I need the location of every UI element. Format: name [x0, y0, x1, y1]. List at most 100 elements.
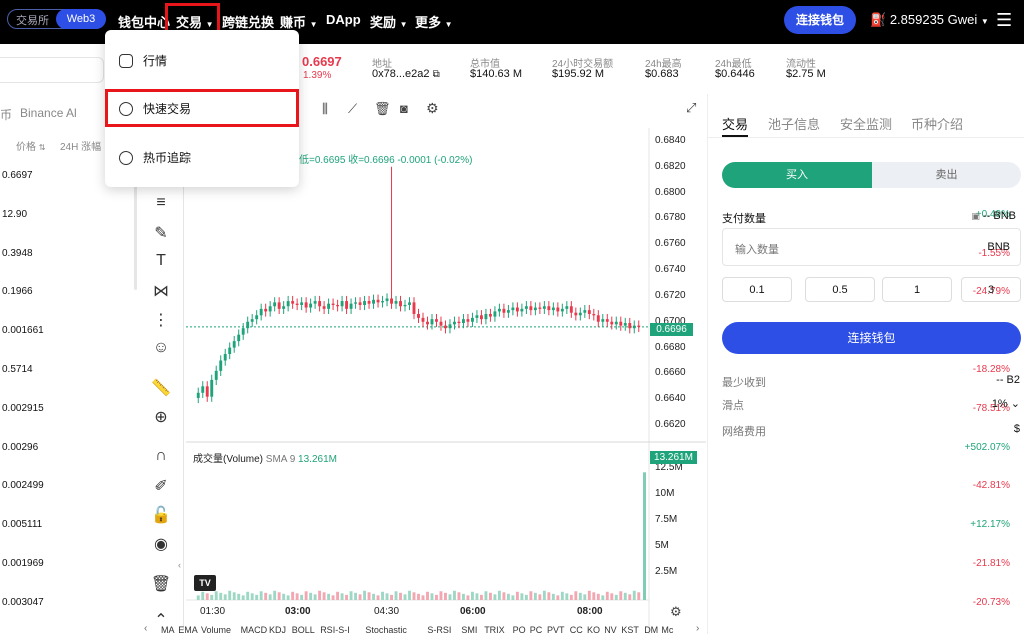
sell-button[interactable]: 卖出: [872, 162, 1021, 188]
nav-cross-chain[interactable]: 跨链兑换: [222, 12, 274, 31]
exchange-web3-switch[interactable]: 交易所 Web3: [7, 9, 106, 29]
candle: [295, 303, 299, 305]
list-tab-binance-alpha[interactable]: Binance Al: [20, 106, 77, 120]
axis-settings-icon[interactable]: ⚙: [670, 604, 682, 620]
quick-amount-button[interactable]: 0.1: [722, 277, 792, 302]
seg-web3[interactable]: Web3: [56, 9, 106, 29]
row-price[interactable]: 0.001661: [2, 325, 44, 336]
collapse-arrow-icon[interactable]: ‹: [178, 560, 181, 570]
pattern-tool-icon[interactable]: ⋈: [150, 281, 172, 301]
price-chart[interactable]: [186, 128, 706, 634]
price-tick: 0.6840: [655, 134, 686, 146]
lock-icon[interactable]: 🔓: [150, 505, 172, 525]
candle: [475, 315, 479, 318]
brush-tool-icon[interactable]: ✎: [150, 223, 172, 243]
row-price[interactable]: 0.5714: [2, 364, 33, 375]
amount-input[interactable]: 输入数量 BNB: [722, 228, 1021, 266]
row-price[interactable]: 0.3948: [2, 248, 33, 259]
tab-security[interactable]: 安全监测: [840, 114, 892, 133]
candle: [228, 347, 232, 355]
fib-tool-icon[interactable]: ⋮: [150, 310, 172, 330]
settings-icon[interactable]: ⚙: [426, 100, 439, 117]
trash-icon[interactable]: 🗑: [374, 101, 391, 117]
volume-bar: [556, 595, 560, 600]
col-header-change[interactable]: 24H 涨幅: [60, 138, 101, 153]
time-tick: 01:30: [200, 606, 226, 617]
candle: [569, 306, 573, 313]
min-receive-value: -- B2: [996, 374, 1020, 386]
eye-icon[interactable]: ◉: [150, 534, 172, 554]
volume-bar: [403, 594, 407, 600]
seg-exchange[interactable]: 交易所: [16, 12, 49, 28]
lines-tool-icon[interactable]: ≡: [150, 194, 172, 214]
connect-wallet-button[interactable]: 连接钱包: [722, 322, 1021, 354]
row-price[interactable]: 0.002499: [2, 480, 44, 491]
row-price[interactable]: 0.6697: [2, 170, 33, 181]
price-tick: 0.6720: [655, 289, 686, 301]
nav-more[interactable]: 更多 ▼: [415, 12, 453, 31]
stat-address[interactable]: 0x78...e2a2 ⧉: [372, 68, 440, 80]
list-tab-fragment[interactable]: 币: [0, 106, 12, 123]
menu-icon[interactable]: ☰: [996, 10, 1012, 31]
emoji-tool-icon[interactable]: ☺: [150, 339, 172, 359]
volume-bar: [497, 590, 501, 600]
candle: [372, 299, 375, 304]
chevron-right-icon[interactable]: ›: [696, 623, 699, 634]
volume-bar: [295, 593, 299, 600]
tab-trade[interactable]: 交易: [722, 114, 748, 133]
tab-pool-info[interactable]: 池子信息: [768, 114, 820, 133]
gas-indicator[interactable]: ⛽ 2.859235 Gwei ▼: [870, 12, 989, 28]
camera-icon[interactable]: ◙: [400, 101, 408, 116]
ruler-tool-icon[interactable]: 📏: [150, 378, 172, 398]
quick-amount-button[interactable]: 1: [882, 277, 952, 302]
col-header-price[interactable]: 价格 ⇅: [16, 138, 45, 153]
row-price[interactable]: 0.002915: [2, 403, 44, 414]
row-price[interactable]: 0.003047: [2, 597, 44, 608]
stat-value: $140.63 M: [470, 68, 522, 80]
buy-button[interactable]: 买入: [722, 162, 872, 188]
zoom-in-icon[interactable]: ⊕: [150, 407, 172, 427]
tab-token-intro[interactable]: 币种介绍: [911, 114, 963, 133]
row-price[interactable]: 0.001969: [2, 558, 44, 569]
candle: [457, 321, 461, 324]
candle: [479, 315, 483, 320]
indicator-icon[interactable]: ⟋: [348, 101, 357, 117]
nav-wallet-center[interactable]: 钱包中心: [118, 12, 170, 31]
candle: [241, 328, 245, 335]
nav-rewards[interactable]: 奖励 ▼: [370, 12, 408, 31]
candle: [327, 303, 331, 309]
lock-drawing-icon[interactable]: ✐: [150, 476, 172, 496]
quick-amount-button[interactable]: 0.5: [805, 277, 875, 302]
row-price[interactable]: 0.005111: [2, 519, 42, 530]
candle: [628, 323, 632, 329]
row-price[interactable]: 0.1966: [2, 286, 33, 297]
volume-tick: 2.5M: [655, 566, 678, 578]
row-price[interactable]: 0.00296: [2, 442, 38, 453]
nav-earn[interactable]: 赚币 ▼: [280, 12, 318, 31]
candle: [462, 319, 465, 324]
text-tool-icon[interactable]: T: [150, 252, 172, 272]
menu-item-quick-trade[interactable]: 快速交易: [119, 100, 191, 117]
quick-amount-button[interactable]: 3: [961, 277, 1021, 302]
trash-icon[interactable]: 🗑: [150, 574, 172, 594]
slippage-value[interactable]: 1% ⌄: [992, 397, 1020, 410]
copy-icon[interactable]: ⧉: [433, 69, 440, 80]
menu-item-market[interactable]: 行情: [119, 52, 167, 69]
chevron-left-icon[interactable]: ‹: [144, 623, 147, 634]
magnet-icon[interactable]: ∩: [150, 447, 172, 467]
candle: [381, 301, 384, 303]
fullscreen-icon[interactable]: ⤢: [686, 100, 696, 116]
volume-bar: [282, 593, 286, 600]
menu-item-hot-tokens[interactable]: 热币追踪: [119, 149, 191, 166]
nav-dapp[interactable]: DApp: [326, 12, 361, 27]
row-price[interactable]: 12.90: [2, 209, 27, 220]
volume-tick: 12.5M: [655, 462, 683, 474]
connect-wallet-button[interactable]: 连接钱包: [784, 6, 856, 34]
candle: [385, 298, 389, 302]
volume-bar: [475, 593, 479, 600]
candle-type-icon[interactable]: ⫼: [322, 101, 328, 117]
candle: [426, 321, 429, 325]
volume-bar: [358, 594, 362, 600]
search-box-fragment[interactable]: [0, 57, 104, 83]
nav-trade[interactable]: 交易 ▼: [176, 12, 214, 31]
